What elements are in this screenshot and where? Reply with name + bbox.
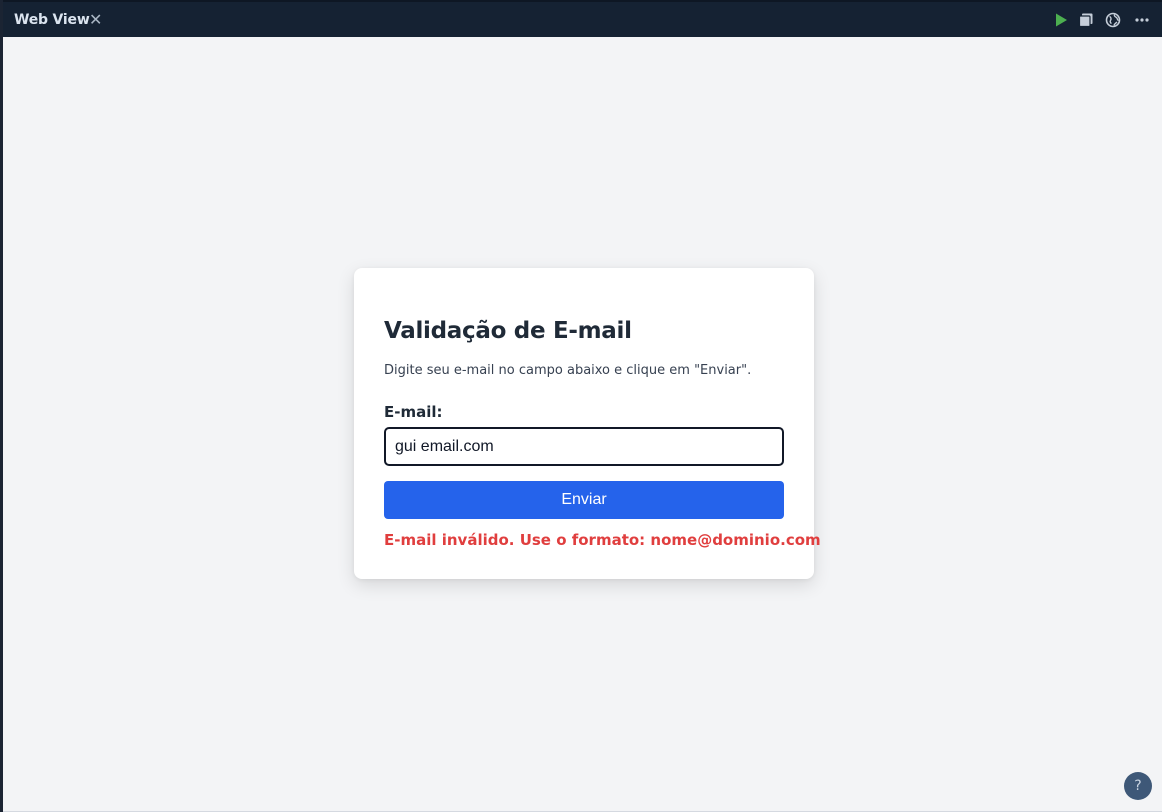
form-description: Digite seu e-mail no campo abaixo e cliq… xyxy=(384,363,752,378)
window-titlebar: Web View ✕ xyxy=(3,0,1162,37)
email-label: E-mail: xyxy=(384,403,443,421)
submit-button[interactable]: Enviar xyxy=(384,481,784,519)
globe-icon[interactable] xyxy=(1105,12,1121,28)
error-message: E-mail inválido. Use o formato: nome@dom… xyxy=(384,531,821,549)
play-icon[interactable] xyxy=(1053,12,1069,28)
more-icon[interactable] xyxy=(1134,12,1150,28)
help-icon: ? xyxy=(1134,778,1142,794)
tab-close-icon[interactable]: ✕ xyxy=(89,10,102,29)
web-view-window: Web View ✕ Validação de E-mail Digite se… xyxy=(3,0,1162,812)
email-validation-card: Validação de E-mail Digite seu e-mail no… xyxy=(354,268,821,579)
email-input[interactable] xyxy=(384,427,784,466)
page-title: Validação de E-mail xyxy=(384,318,632,344)
window-stack-icon[interactable] xyxy=(1078,12,1094,28)
help-button[interactable]: ? xyxy=(1124,772,1152,800)
web-view-content: Validação de E-mail Digite seu e-mail no… xyxy=(3,37,1162,812)
tab-title[interactable]: Web View xyxy=(14,12,90,28)
